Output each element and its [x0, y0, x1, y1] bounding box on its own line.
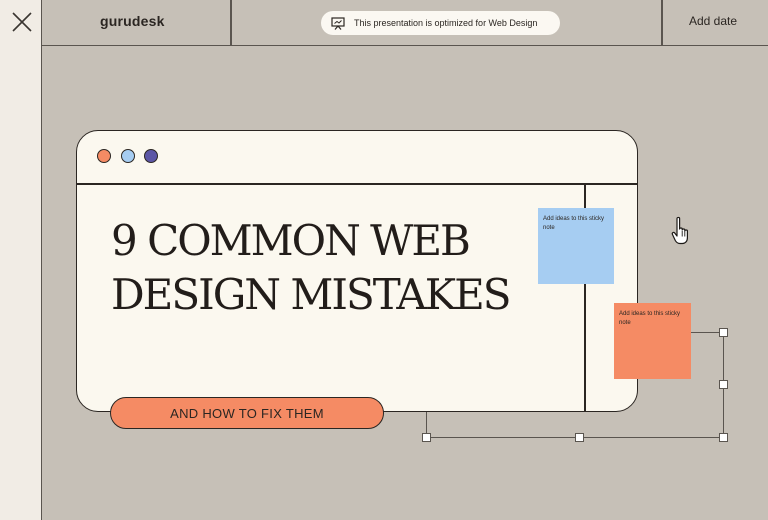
- topbar-divider: [230, 0, 232, 46]
- window-dot-blue: [121, 149, 135, 163]
- resize-handle[interactable]: [422, 433, 431, 442]
- notice-text: This presentation is optimized for Web D…: [354, 18, 538, 28]
- resize-handle[interactable]: [719, 380, 728, 389]
- hand-pointer-icon: [671, 216, 688, 245]
- headline-line-2: DESIGN MISTAKES: [111, 270, 512, 319]
- resize-handle[interactable]: [719, 328, 728, 337]
- add-date-button[interactable]: Add date: [689, 14, 737, 28]
- left-rail: [0, 0, 42, 520]
- window-header-divider: [77, 183, 637, 185]
- brand-logo[interactable]: gurudesk: [100, 13, 165, 29]
- cta-button[interactable]: AND HOW TO FIX THEM: [110, 397, 384, 429]
- topbar-divider: [661, 0, 663, 46]
- presentation-icon: [331, 16, 345, 30]
- sticky-note-blue[interactable]: Add ideas to this sticky note: [538, 208, 614, 284]
- slide-headline[interactable]: 9 COMMON WEB DESIGN MISTAKES: [111, 214, 571, 322]
- close-button[interactable]: [10, 10, 34, 34]
- window-dot-purple: [144, 149, 158, 163]
- top-bar: gurudesk This presentation is optimized …: [42, 0, 768, 46]
- resize-handle[interactable]: [719, 433, 728, 442]
- sticky-note-orange[interactable]: Add ideas to this sticky note: [614, 303, 691, 379]
- window-dot-orange: [97, 149, 111, 163]
- headline-line-1: 9 COMMON WEB: [111, 216, 471, 265]
- close-icon: [12, 12, 32, 32]
- resize-handle[interactable]: [575, 433, 584, 442]
- optimized-notice: This presentation is optimized for Web D…: [321, 11, 560, 35]
